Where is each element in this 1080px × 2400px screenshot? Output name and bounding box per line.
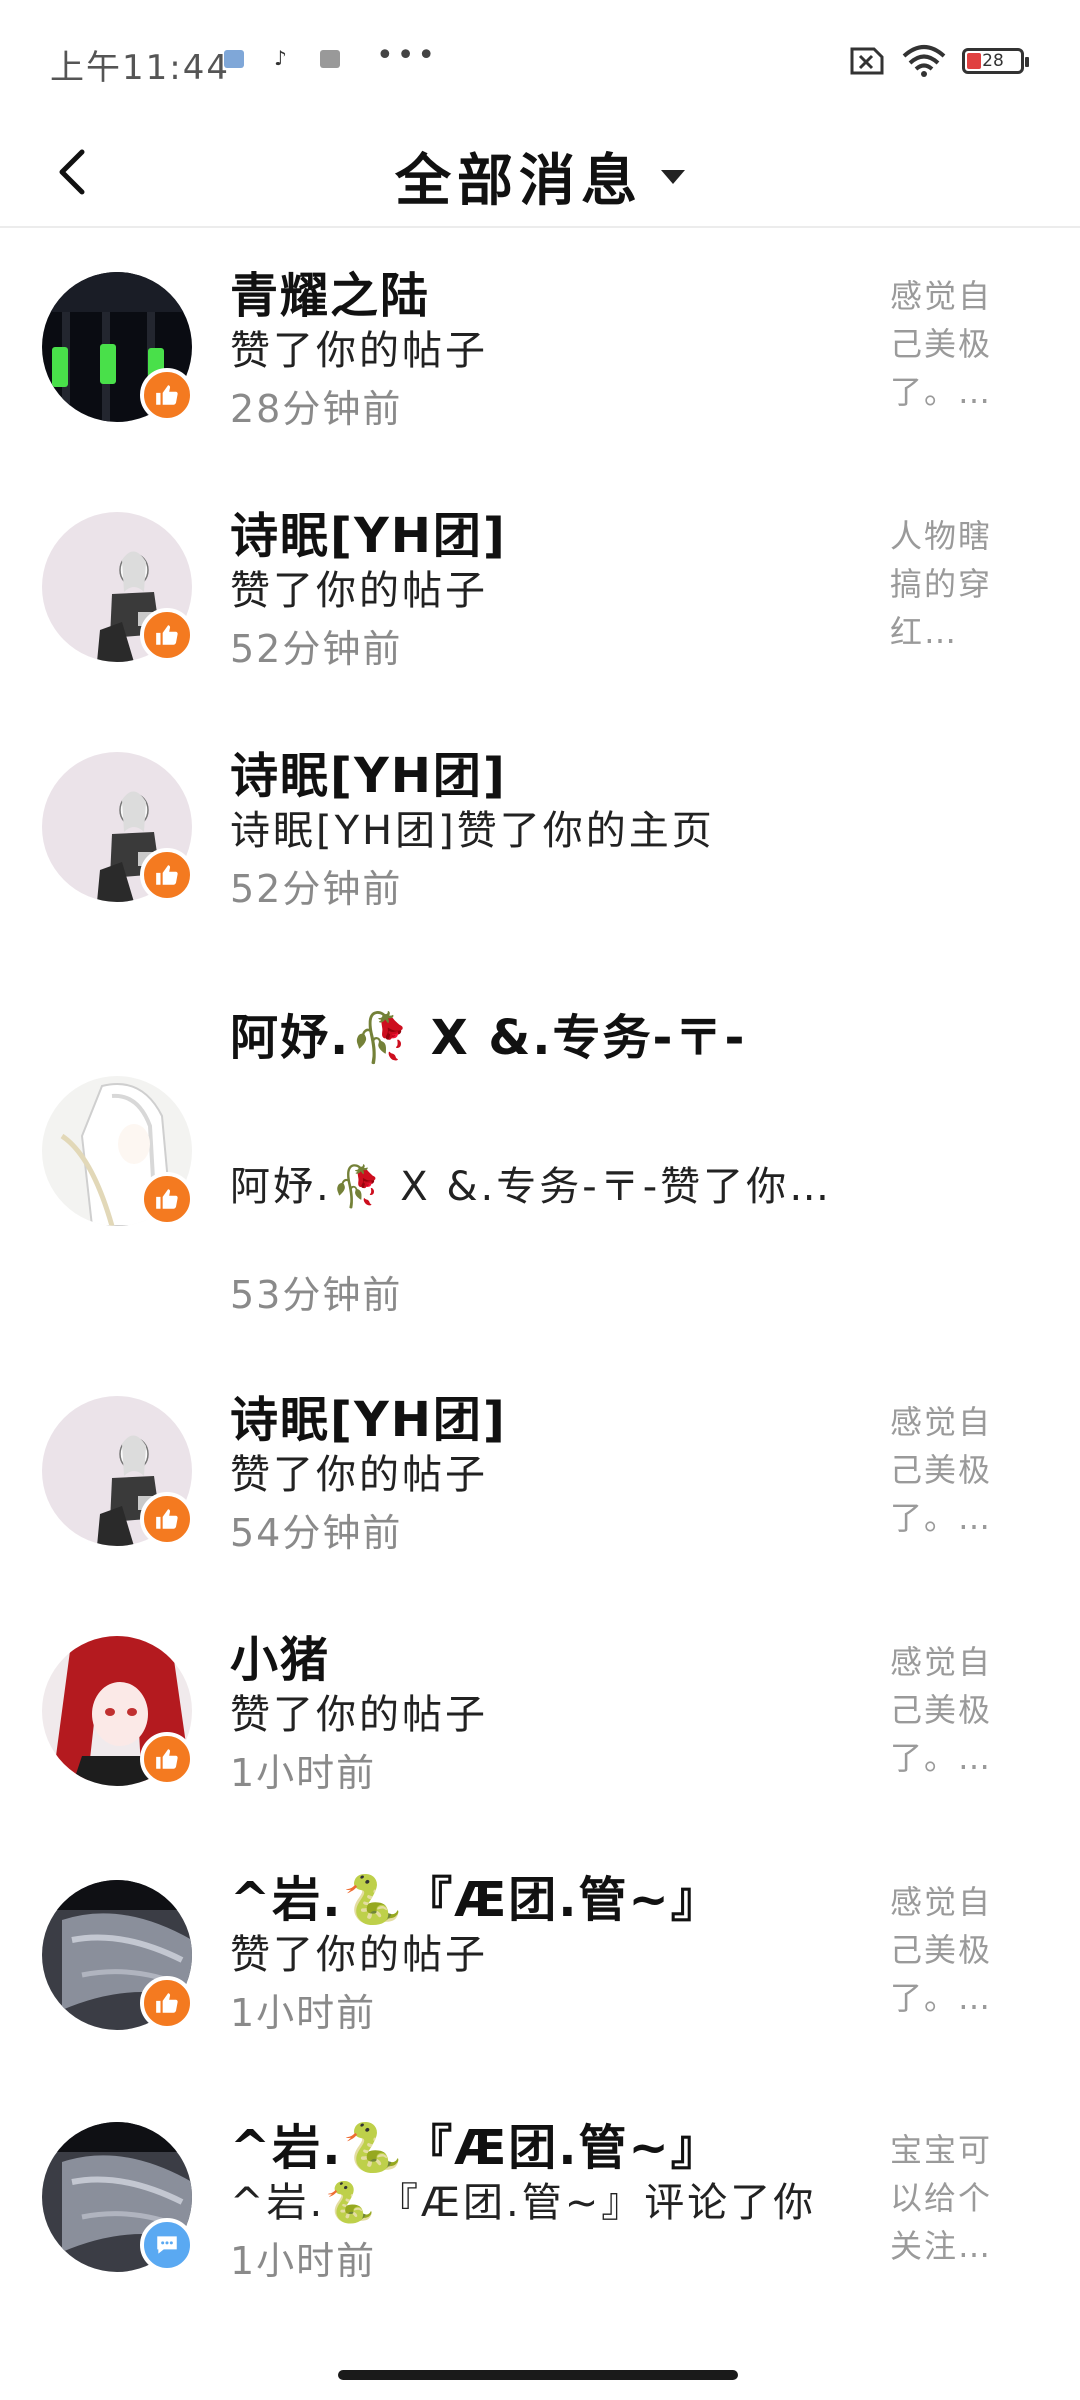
message-action: 赞了你的帖子: [230, 1692, 488, 1738]
sender-name: ^岩.🐍『Æ团.管~』: [230, 2120, 721, 2176]
like-badge-icon: [140, 848, 194, 902]
message-time: 1小时前: [230, 2239, 377, 2283]
status-time: 上午11:44: [50, 48, 230, 88]
post-preview[interactable]: 宝宝可以给个关注…: [890, 2126, 1008, 2270]
message-time: 52分钟前: [230, 627, 403, 671]
list-item[interactable]: 阿妤.🥀 X &.专务-〒- 阿妤.🥀 X &.专务-〒-赞了你的… 53分钟前: [0, 946, 1080, 1346]
list-item[interactable]: 诗眠[YH团] 诗眠[YH团]赞了你的主页 52分钟前: [0, 706, 1080, 946]
message-action: 诗眠[YH团]赞了你的主页: [230, 808, 715, 854]
message-time: 52分钟前: [230, 867, 403, 911]
sender-name: 小猪: [230, 1632, 331, 1688]
message-action: 赞了你的帖子: [230, 1932, 488, 1978]
post-preview[interactable]: 人物瞎搞的穿红…: [890, 512, 1008, 656]
battery-icon: 28: [962, 48, 1029, 74]
message-time: 28分钟前: [230, 387, 403, 431]
post-preview[interactable]: 感觉自己美极了。…: [890, 1638, 1008, 1782]
sender-name: 诗眠[YH团]: [230, 508, 507, 564]
message-time: 53分钟前: [230, 1273, 403, 1317]
like-badge-icon: [140, 608, 194, 662]
sender-name: 诗眠[YH团]: [230, 748, 507, 804]
status-bar: 上午11:44 ♪ ••• 28: [0, 0, 1080, 120]
list-item[interactable]: 青耀之陆 赞了你的帖子 28分钟前 感觉自己美极了。…: [0, 226, 1080, 466]
like-badge-icon: [140, 1172, 194, 1226]
message-action: 赞了你的帖子: [230, 1452, 488, 1498]
sender-name: 阿妤.🥀 X &.专务-〒-: [230, 1010, 747, 1066]
post-preview[interactable]: 感觉自己美极了。…: [890, 272, 1008, 416]
list-item[interactable]: 诗眠[YH团] 赞了你的帖子 54分钟前 感觉自己美极了。…: [0, 1346, 1080, 1586]
list-item[interactable]: ^岩.🐍『Æ团.管~』 ^岩.🐍『Æ团.管~』评论了你 1小时前 宝宝可以给个关…: [0, 2066, 1080, 2316]
list-item[interactable]: 小猪 赞了你的帖子 1小时前 感觉自己美极了。…: [0, 1586, 1080, 1826]
home-indicator[interactable]: [338, 2370, 738, 2380]
post-preview[interactable]: 感觉自己美极了。…: [890, 1398, 1008, 1542]
message-time: 54分钟前: [230, 1511, 403, 1555]
app-notification-icon: [320, 50, 340, 68]
message-filter-dropdown[interactable]: 全部消息: [0, 136, 1080, 217]
sender-name: 青耀之陆: [230, 268, 431, 324]
message-time: 1小时前: [230, 1991, 377, 2035]
no-sim-icon: [850, 47, 884, 75]
sender-name: 诗眠[YH团]: [230, 1392, 507, 1448]
message-time: 1小时前: [230, 1751, 377, 1795]
battery-level: 28: [982, 51, 1004, 71]
page-title: 全部消息: [395, 149, 643, 214]
sender-name: ^岩.🐍『Æ团.管~』: [230, 1872, 721, 1928]
like-badge-icon: [140, 1492, 194, 1546]
wifi-icon: [902, 45, 946, 77]
like-badge-icon: [140, 1732, 194, 1786]
post-preview[interactable]: 感觉自己美极了。…: [890, 1878, 1008, 2022]
tiktok-notification-icon: ♪: [274, 46, 287, 70]
message-action: 阿妤.🥀 X &.专务-〒-赞了你的…: [230, 1164, 850, 1210]
status-right: 28: [846, 44, 1029, 78]
message-action: 赞了你的帖子: [230, 328, 488, 374]
like-badge-icon: [140, 368, 194, 422]
message-action: 赞了你的帖子: [230, 568, 488, 614]
more-notifications-icon: •••: [376, 38, 439, 73]
chevron-down-icon: [661, 169, 685, 184]
list-item[interactable]: ^岩.🐍『Æ团.管~』 赞了你的帖子 1小时前 感觉自己美极了。…: [0, 1826, 1080, 2066]
list-item[interactable]: 诗眠[YH团] 赞了你的帖子 52分钟前 人物瞎搞的穿红…: [0, 466, 1080, 706]
header: 全部消息: [0, 120, 1080, 228]
mail-notification-icon: [224, 50, 244, 68]
message-action: ^岩.🐍『Æ团.管~』评论了你: [230, 2180, 817, 2226]
like-badge-icon: [140, 1976, 194, 2030]
comment-badge-icon: [140, 2218, 194, 2272]
